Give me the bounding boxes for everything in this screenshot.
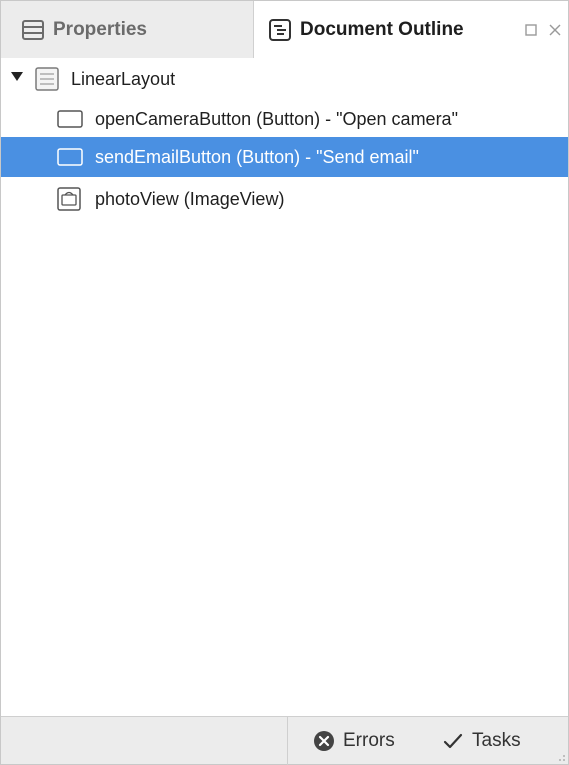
error-icon <box>314 731 334 751</box>
tree-item-label: sendEmailButton (Button) - "Send email" <box>95 147 419 167</box>
properties-icon <box>22 19 44 40</box>
checkmark-icon <box>443 733 463 749</box>
resize-grip-icon[interactable] <box>554 750 566 762</box>
tab-bar: Properties Document Outline <box>1 1 568 59</box>
imageview-icon <box>57 187 81 211</box>
tab-properties[interactable]: Properties <box>1 1 254 58</box>
tab-properties-label: Properties <box>53 18 147 40</box>
status-divider <box>287 717 288 765</box>
tree-item-label: openCameraButton (Button) - "Open camera… <box>95 109 458 129</box>
tasks-button[interactable]: Tasks <box>442 717 521 765</box>
layout-icon <box>35 67 59 91</box>
document-outline-pad: Properties Document Outline LinearLayout… <box>0 0 569 765</box>
tab-document-outline-label: Document Outline <box>300 19 464 40</box>
tree-item-sendemailbutton[interactable]: sendEmailButton (Button) - "Send email" <box>1 137 568 177</box>
disclosure-triangle-icon[interactable] <box>11 72 23 81</box>
outline-icon <box>269 19 291 41</box>
close-pad-icon[interactable] <box>546 21 564 39</box>
tree-item-photoview[interactable]: photoView (ImageView) <box>1 179 568 219</box>
tree-item-linearlayout[interactable]: LinearLayout <box>1 59 568 99</box>
tree-item-label: LinearLayout <box>71 69 176 89</box>
status-bar: Errors Tasks <box>1 716 568 765</box>
maximize-pad-icon[interactable] <box>522 21 540 39</box>
tree-item-label: photoView (ImageView) <box>95 189 285 209</box>
errors-button[interactable]: Errors <box>313 717 395 765</box>
tasks-label: Tasks <box>472 730 521 751</box>
button-icon <box>57 148 83 166</box>
tree-item-opencamerabutton[interactable]: openCameraButton (Button) - "Open camera… <box>1 99 568 139</box>
button-icon <box>57 110 83 128</box>
errors-label: Errors <box>343 730 395 751</box>
tab-document-outline[interactable]: Document Outline <box>254 1 568 59</box>
